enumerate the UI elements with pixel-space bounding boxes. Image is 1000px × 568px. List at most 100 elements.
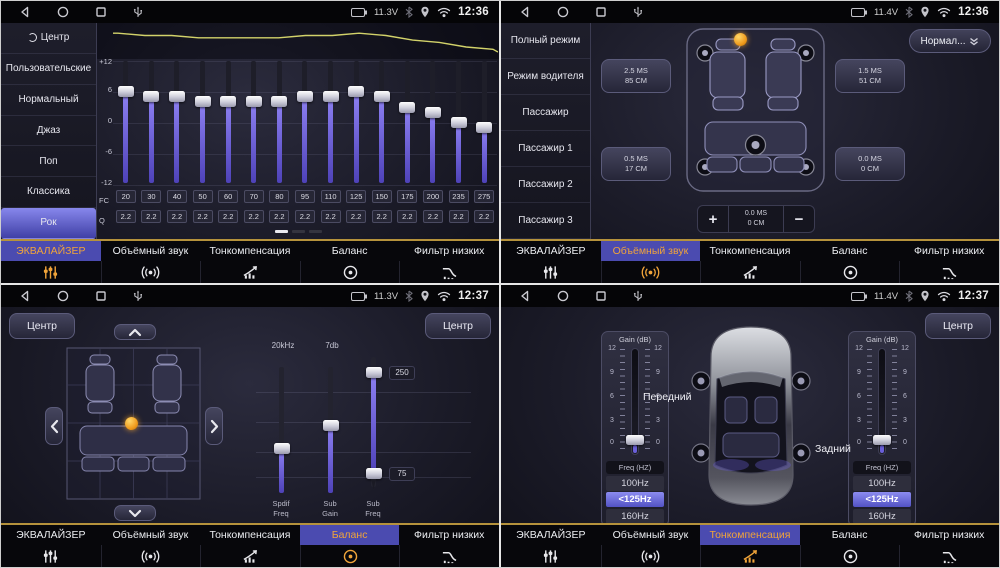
slider-handle[interactable] [246,96,262,107]
seat-right-button[interactable] [205,407,223,445]
eq-band-slider[interactable] [369,61,395,183]
back-button[interactable] [19,290,31,302]
eq-band-slider[interactable] [215,61,241,183]
delay-minus-button[interactable]: − [784,206,814,232]
eq-preset-item[interactable]: Центр [1,23,96,54]
listening-position-dot[interactable] [734,33,747,46]
slider-handle[interactable] [118,86,134,97]
eq-band-slider[interactable] [113,61,139,183]
listen-mode-item[interactable]: Полный режим [501,23,590,59]
back-button[interactable] [519,290,531,302]
sub-freq-slider[interactable] [371,357,376,487]
freq-option[interactable]: 160Hz [853,509,911,524]
home-button[interactable] [557,6,569,18]
center-button-left[interactable]: Центр [9,313,75,339]
delay-rear-right-button[interactable]: 0.0 MS0 CM [835,147,905,181]
tab-lowpass[interactable]: Фильтр низких [899,241,999,283]
listen-mode-item[interactable]: Пассажир [501,95,590,131]
tab-balance[interactable]: Баланс [300,241,400,283]
slider-handle[interactable] [348,86,364,97]
freq-option[interactable]: 100Hz [853,476,911,491]
slider-handle[interactable] [374,91,390,102]
slider-handle[interactable] [451,117,467,128]
listen-mode-item[interactable]: Пассажир 1 [501,131,590,167]
listen-mode-item[interactable]: Пассажир 2 [501,167,590,203]
gain-handle[interactable] [873,435,891,445]
eq-preset-item[interactable]: Рок [1,208,96,239]
home-button[interactable] [557,290,569,302]
eq-band-slider[interactable] [139,61,165,183]
slider-handle[interactable] [195,96,211,107]
listen-mode-item[interactable]: Режим водителя [501,59,590,95]
back-button[interactable] [19,6,31,18]
tab-equalizer[interactable]: ЭКВАЛАЙЗЕР [1,241,101,283]
delay-rear-left-button[interactable]: 0.5 MS17 CM [601,147,671,181]
slider-handle[interactable] [169,91,185,102]
tab-balance[interactable]: Баланс [800,525,900,567]
spdif-freq-slider[interactable] [279,367,284,493]
page-indicator-dot[interactable] [292,230,305,233]
slider-handle[interactable] [271,96,287,107]
eq-preset-item[interactable]: Джаз [1,116,96,147]
delay-plus-button[interactable]: + [698,206,728,232]
recents-button[interactable] [95,290,107,302]
sub-gain-slider[interactable] [328,367,333,493]
tab-lowpass[interactable]: Фильтр низких [399,241,499,283]
center-button-right[interactable]: Центр [425,313,491,339]
eq-band-slider[interactable] [395,61,421,183]
tab-loudness[interactable]: Тонкомпенсация [200,525,300,567]
slider-handle[interactable] [220,96,236,107]
listen-mode-item[interactable]: Пассажир 3 [501,203,590,239]
seat-up-button[interactable] [114,324,156,340]
tab-balance[interactable]: Баланс [300,525,400,567]
tab-surround[interactable]: Объёмный звук [601,525,701,567]
eq-band-slider[interactable] [471,61,497,183]
freq-option[interactable]: 160Hz [606,509,664,524]
freq-option[interactable]: <125Hz [606,492,664,507]
home-button[interactable] [57,290,69,302]
slider-handle[interactable] [425,107,441,118]
tab-lowpass[interactable]: Фильтр низких [399,525,499,567]
recents-button[interactable] [595,290,607,302]
slider-handle[interactable] [399,102,415,113]
eq-band-slider[interactable] [292,61,318,183]
tab-loudness[interactable]: Тонкомпенсация [700,241,800,283]
eq-preset-item[interactable]: Классика [1,177,96,208]
eq-band-slider[interactable] [241,61,267,183]
freq-option[interactable]: 100Hz [606,476,664,491]
tab-surround[interactable]: Объёмный звук [601,241,701,283]
slider-handle[interactable] [143,91,159,102]
eq-band-slider[interactable] [420,61,446,183]
center-button[interactable]: Центр [925,313,991,339]
eq-preset-item[interactable]: Нормальный [1,85,96,116]
recents-button[interactable] [595,6,607,18]
home-button[interactable] [57,6,69,18]
slider-handle[interactable] [297,91,313,102]
eq-band-slider[interactable] [318,61,344,183]
tab-loudness[interactable]: Тонкомпенсация [700,525,800,567]
tab-surround[interactable]: Объёмный звук [101,525,201,567]
eq-pager[interactable] [97,220,499,238]
gain-handle[interactable] [626,435,644,445]
tab-lowpass[interactable]: Фильтр низких [899,525,999,567]
eq-band-slider[interactable] [164,61,190,183]
tab-equalizer[interactable]: ЭКВАЛАЙЗЕР [1,525,101,567]
eq-band-slider[interactable] [190,61,216,183]
slider-handle[interactable] [476,122,492,133]
delay-front-right-button[interactable]: 1.5 MS51 CM [835,59,905,93]
page-indicator-dot[interactable] [275,230,288,233]
tab-loudness[interactable]: Тонкомпенсация [200,241,300,283]
eq-band-slider[interactable] [267,61,293,183]
eq-band-slider[interactable] [446,61,472,183]
tab-balance[interactable]: Баланс [800,241,900,283]
eq-band-slider[interactable] [343,61,369,183]
gain-slider[interactable]: 12 9 6 3 0 12 9 6 3 0 [853,345,911,459]
eq-preset-item[interactable]: Пользовательские [1,54,96,85]
tab-equalizer[interactable]: ЭКВАЛАЙЗЕР [501,525,601,567]
seat-left-button[interactable] [45,407,63,445]
delay-front-left-button[interactable]: 2.5 MS85 CM [601,59,671,93]
tab-equalizer[interactable]: ЭКВАЛАЙЗЕР [501,241,601,283]
tab-surround[interactable]: Объёмный звук [101,241,201,283]
slider-handle[interactable] [323,91,339,102]
balance-position-dot[interactable] [125,417,138,430]
